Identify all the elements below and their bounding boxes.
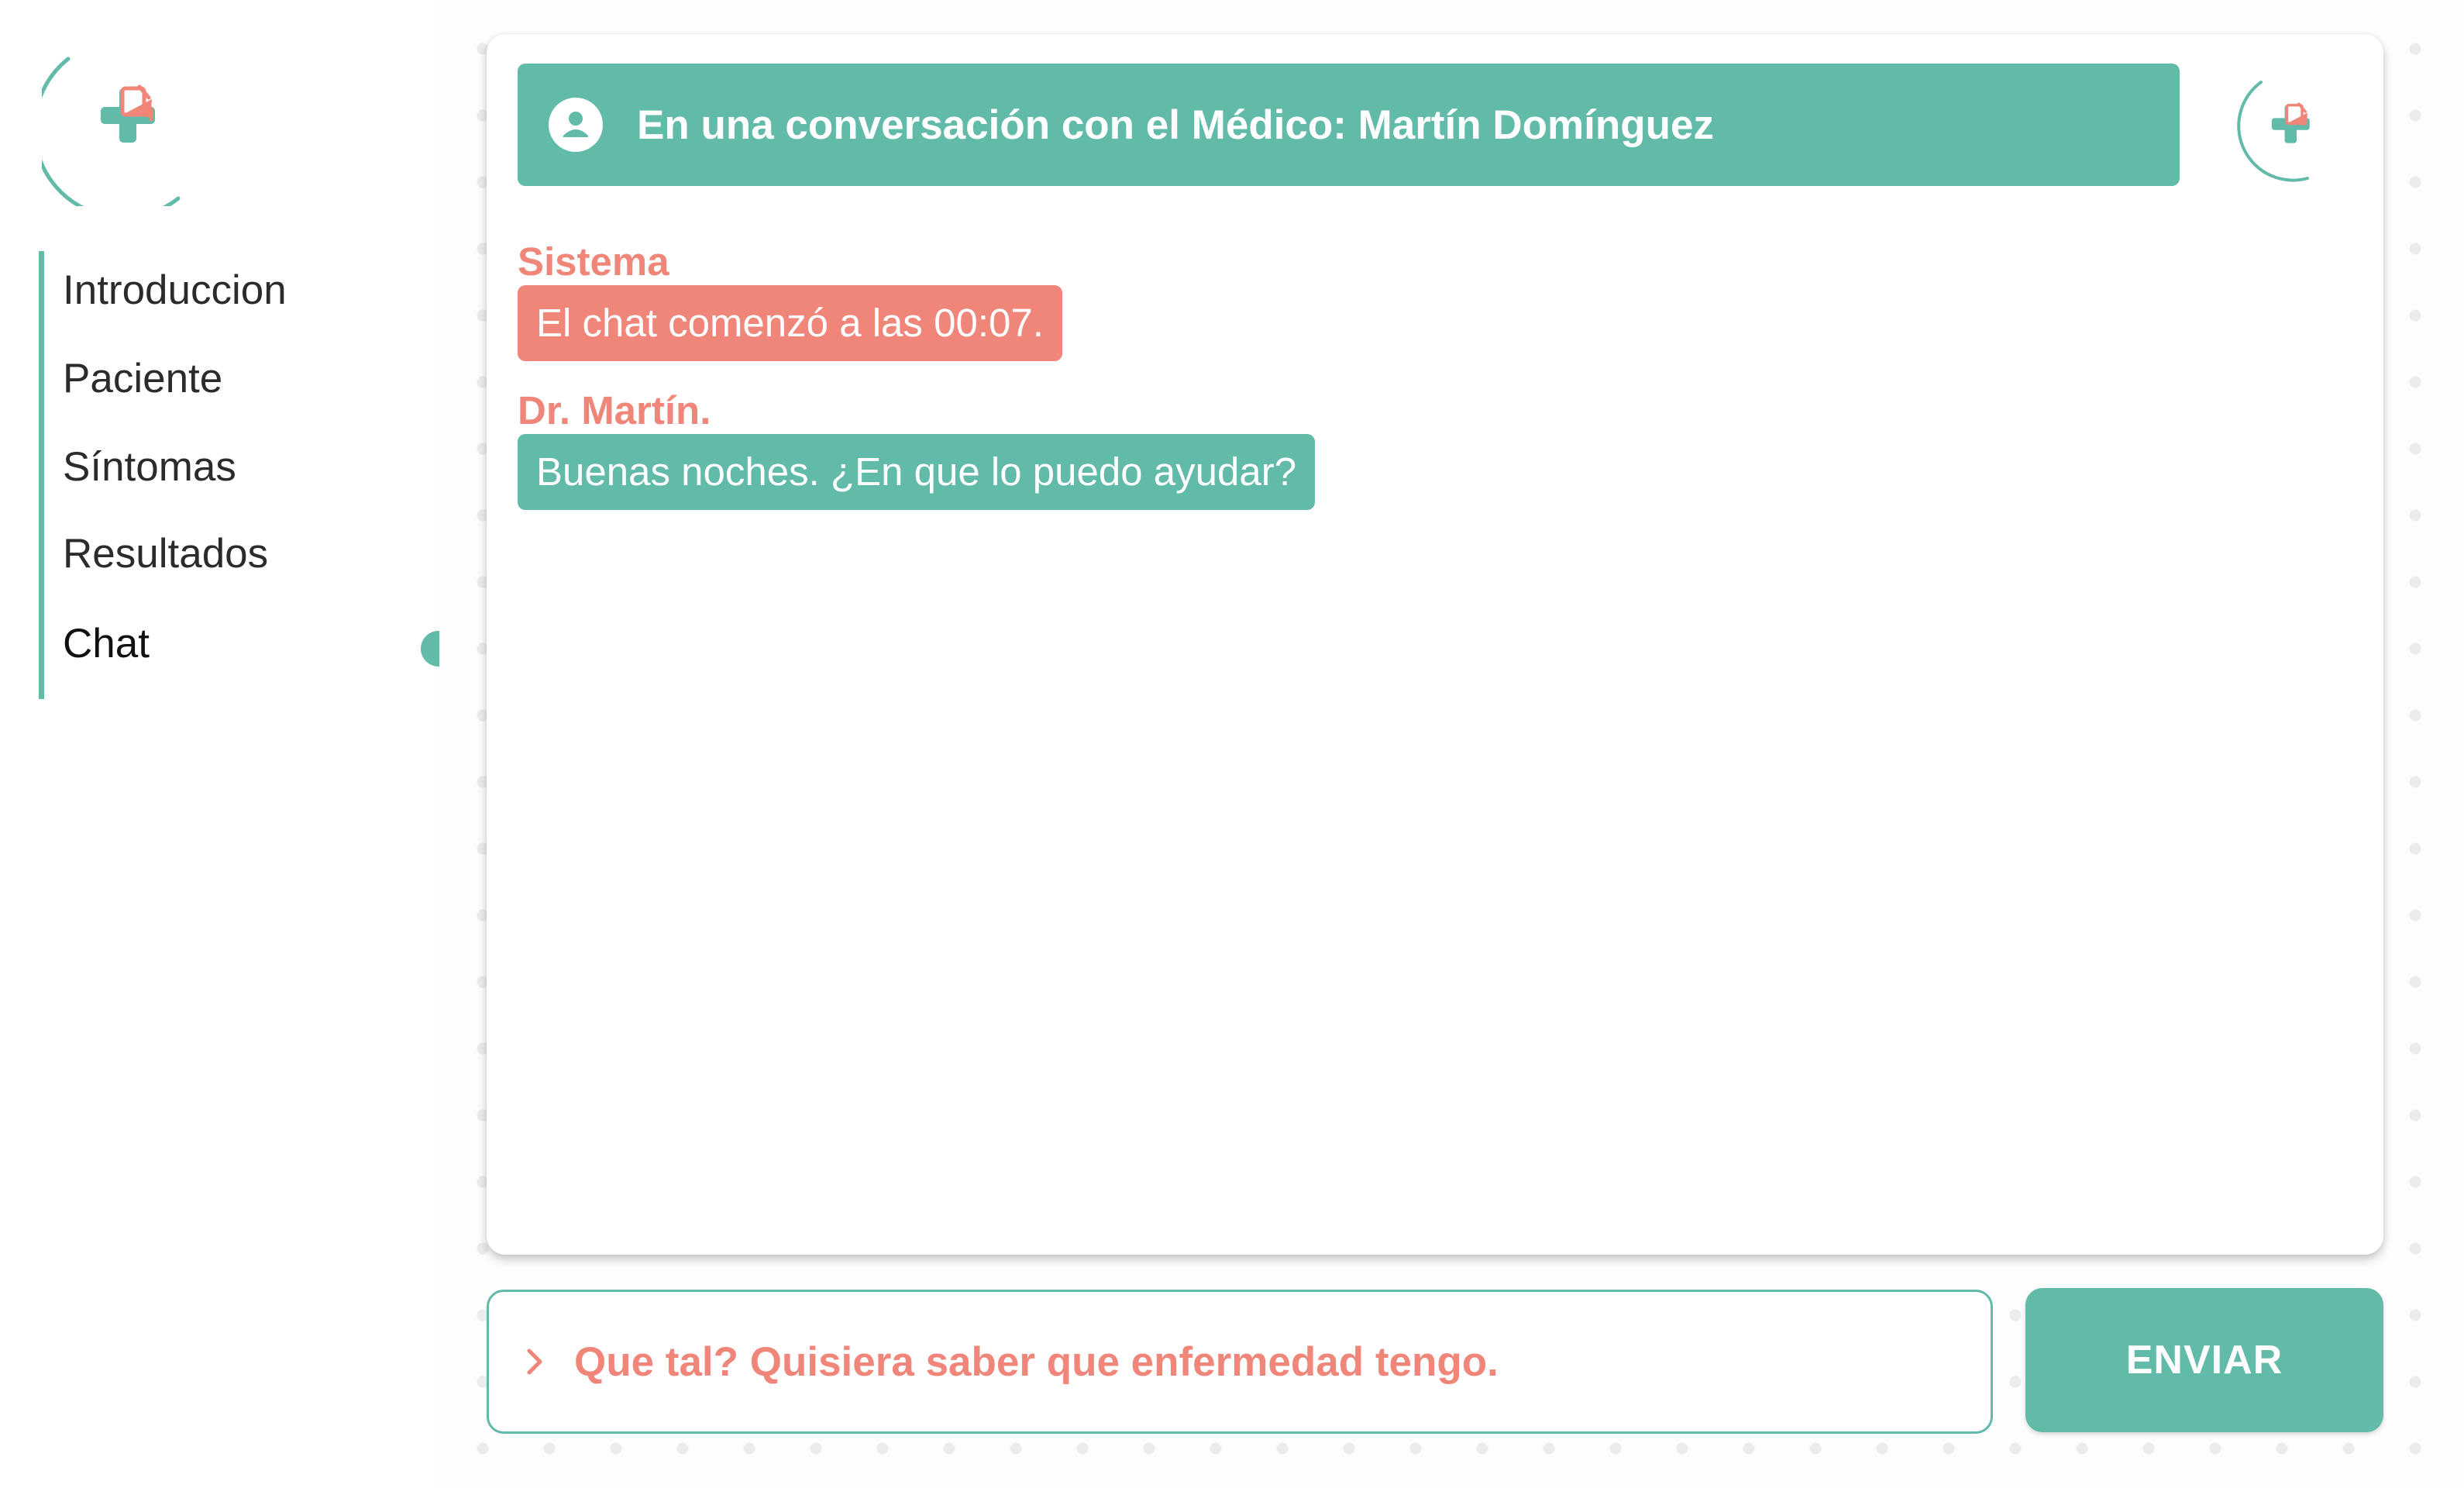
message-bubble: El chat comenzó a las 00:07. bbox=[518, 285, 1062, 361]
chat-header: En una conversación con el Médico: Martí… bbox=[518, 64, 2180, 186]
message-system: Sistema El chat comenzó a las 00:07. bbox=[518, 239, 1062, 361]
message-bubble: Buenas noches. ¿En que lo puedo ayudar? bbox=[518, 434, 1316, 510]
sidebar-nav: Introduccion Paciente Síntomas Resultado… bbox=[39, 251, 439, 699]
sidebar-item-paciente[interactable]: Paciente bbox=[63, 355, 222, 402]
message-input[interactable] bbox=[574, 1331, 1991, 1393]
send-button[interactable]: ENVIAR bbox=[2025, 1288, 2383, 1432]
message-sender: Dr. Martín. bbox=[518, 388, 711, 432]
chat-panel: En una conversación con el Médico: Martí… bbox=[487, 34, 2383, 1255]
sidebar-item-resultados[interactable]: Resultados bbox=[63, 530, 268, 577]
sidebar-item-introduccion[interactable]: Introduccion bbox=[63, 267, 287, 314]
message-input-container bbox=[487, 1290, 1993, 1434]
sidebar: Introduccion Paciente Síntomas Resultado… bbox=[0, 0, 439, 1488]
message-doctor: Dr. Martín. Buenas noches. ¿En que lo pu… bbox=[518, 388, 1316, 510]
medical-cross-logo-icon bbox=[2237, 81, 2310, 182]
chat-title: En una conversación con el Médico: Martí… bbox=[637, 102, 1714, 148]
medical-cross-logo-icon bbox=[42, 57, 181, 206]
sidebar-item-chat[interactable]: Chat bbox=[63, 620, 150, 667]
chevron-right-icon bbox=[527, 1348, 542, 1375]
message-sender: Sistema bbox=[518, 239, 669, 284]
user-icon bbox=[549, 98, 603, 152]
active-indicator bbox=[421, 631, 439, 666]
sidebar-item-sintomas[interactable]: Síntomas bbox=[63, 443, 236, 491]
